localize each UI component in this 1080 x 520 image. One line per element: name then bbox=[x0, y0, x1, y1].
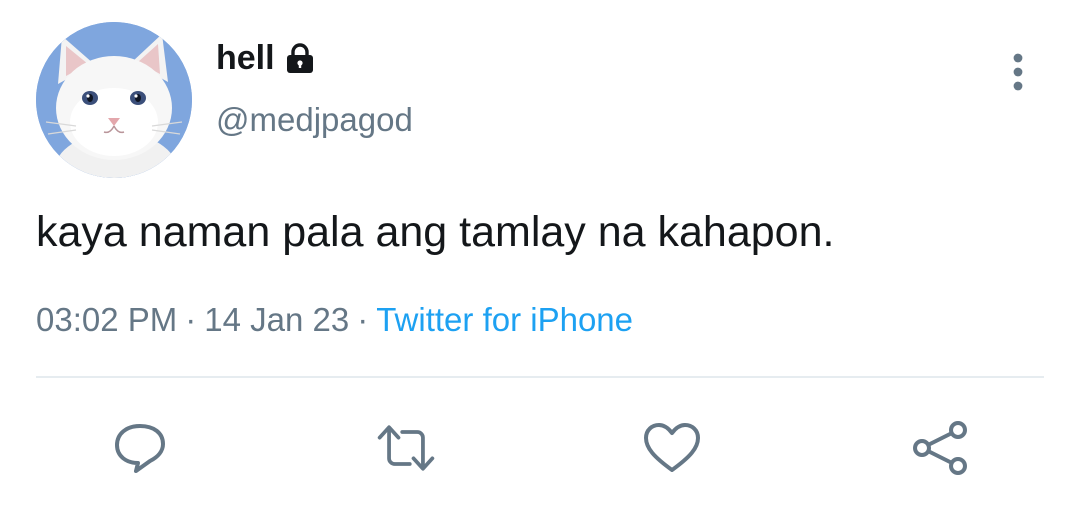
tweet-text: kaya naman pala ang tamlay na kahapon. bbox=[36, 208, 835, 256]
divider bbox=[36, 376, 1044, 378]
display-name-row: hell bbox=[216, 36, 413, 80]
author-info: hell @medjpagod bbox=[216, 36, 413, 140]
cat-avatar-image bbox=[36, 22, 192, 178]
reply-button[interactable] bbox=[108, 416, 172, 480]
tweet-meta: 03:02 PM · 14 Jan 23 · Twitter for iPhone bbox=[36, 298, 633, 342]
user-handle[interactable]: @medjpagod bbox=[216, 100, 413, 140]
retweet-icon bbox=[377, 425, 435, 471]
meta-separator: · bbox=[185, 301, 197, 338]
more-vertical-icon bbox=[1013, 53, 1023, 91]
avatar[interactable] bbox=[36, 22, 192, 178]
retweet-button[interactable] bbox=[374, 416, 438, 480]
heart-icon bbox=[644, 423, 700, 472]
tweet-card: hell @medjpagod kaya naman pala ang taml… bbox=[0, 0, 1080, 520]
display-name[interactable]: hell bbox=[216, 36, 275, 80]
tweet-time: 03:02 PM bbox=[36, 301, 178, 338]
tweet-date: 14 Jan 23 bbox=[204, 301, 350, 338]
like-button[interactable] bbox=[640, 416, 704, 480]
share-button[interactable] bbox=[908, 416, 972, 480]
share-icon bbox=[913, 421, 967, 475]
reply-icon bbox=[115, 424, 165, 473]
meta-separator: · bbox=[357, 301, 369, 338]
lock-icon bbox=[285, 42, 315, 74]
tweet-source-link[interactable]: Twitter for iPhone bbox=[376, 301, 633, 338]
more-options-button[interactable] bbox=[996, 50, 1040, 94]
